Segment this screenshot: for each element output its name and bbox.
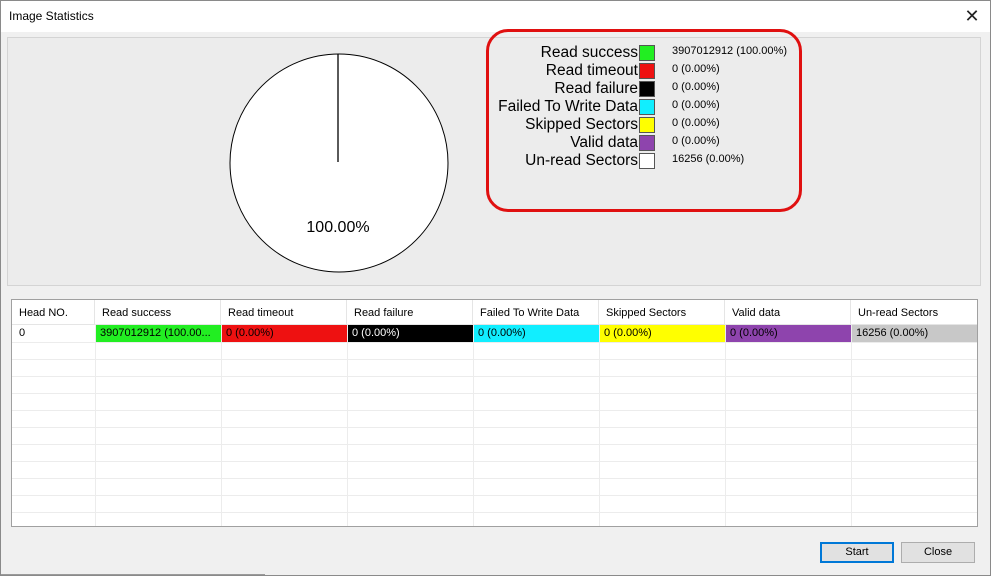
- grid-divider: [725, 324, 726, 526]
- legend-swatch: [639, 81, 655, 97]
- column-header-read-success[interactable]: Read success: [95, 300, 221, 324]
- grid-divider: [12, 393, 977, 394]
- grid-divider: [599, 324, 600, 526]
- column-header-read-timeout[interactable]: Read timeout: [221, 300, 347, 324]
- table-cell: 3907012912 (100.00...: [96, 325, 221, 342]
- table-row[interactable]: 0 3907012912 (100.00... 0 (0.00%) 0 (0.0…: [12, 325, 977, 342]
- legend-value: 0 (0.00%): [672, 63, 720, 75]
- column-header-read-failure[interactable]: Read failure: [347, 300, 473, 324]
- grid-divider: [12, 376, 977, 377]
- window-title: Image Statistics: [9, 9, 94, 23]
- grid-divider: [12, 495, 977, 496]
- legend-label: Valid data: [570, 134, 638, 151]
- grid-divider: [12, 410, 977, 411]
- legend-swatch: [639, 99, 655, 115]
- legend-value: 0 (0.00%): [672, 99, 720, 111]
- legend-swatch: [639, 117, 655, 133]
- pie-percent-label: 100.00%: [306, 219, 370, 236]
- grid-divider: [12, 444, 977, 445]
- legend-value: 0 (0.00%): [672, 81, 720, 93]
- table-cell: 0 (0.00%): [474, 325, 599, 342]
- table-cell: 0 (0.00%): [348, 325, 473, 342]
- column-header-head-no[interactable]: Head NO.: [12, 300, 95, 324]
- grid-divider: [12, 342, 977, 343]
- table-cell: 0: [12, 325, 95, 342]
- grid-divider: [221, 324, 222, 526]
- legend-item: Valid data 0 (0.00%): [489, 134, 799, 152]
- legend-label: Un-read Sectors: [525, 152, 638, 169]
- legend-item: Failed To Write Data 0 (0.00%): [489, 98, 799, 116]
- column-header-failed-to-write[interactable]: Failed To Write Data: [473, 300, 599, 324]
- start-button[interactable]: Start: [820, 542, 894, 563]
- grid-divider: [12, 461, 977, 462]
- legend-item: Read failure 0 (0.00%): [489, 80, 799, 98]
- table-cell: 16256 (0.00%): [852, 325, 977, 342]
- close-button[interactable]: Close: [901, 542, 975, 563]
- pie-slice-read-success: [229, 53, 449, 273]
- grid-divider: [12, 359, 977, 360]
- legend-swatch: [639, 153, 655, 169]
- grid-divider: [851, 324, 852, 526]
- title-bar: Image Statistics ✕: [0, 0, 991, 32]
- close-icon[interactable]: ✕: [959, 4, 985, 28]
- column-header-skipped-sectors[interactable]: Skipped Sectors: [599, 300, 725, 324]
- legend-label: Read failure: [554, 80, 638, 97]
- legend-label: Read success: [540, 44, 638, 61]
- legend-label: Failed To Write Data: [498, 98, 638, 115]
- table-header: Head NO. Read success Read timeout Read …: [12, 300, 977, 325]
- legend-value: 0 (0.00%): [672, 135, 720, 147]
- legend-swatch: [639, 63, 655, 79]
- table-cell: 0 (0.00%): [600, 325, 725, 342]
- legend-swatch: [639, 135, 655, 151]
- table-cell: 0 (0.00%): [222, 325, 347, 342]
- legend-swatch: [639, 45, 655, 61]
- legend-item: Read timeout 0 (0.00%): [489, 62, 799, 80]
- legend-value: 0 (0.00%): [672, 117, 720, 129]
- grid-divider: [473, 324, 474, 526]
- grid-divider: [12, 427, 977, 428]
- legend-label: Skipped Sectors: [525, 116, 638, 133]
- legend-value: 16256 (0.00%): [672, 153, 745, 165]
- grid-divider: [12, 478, 977, 479]
- pie-chart: [229, 53, 449, 273]
- column-header-valid-data[interactable]: Valid data: [725, 300, 851, 324]
- column-header-unread-sectors[interactable]: Un-read Sectors: [851, 300, 977, 324]
- grid-divider: [347, 324, 348, 526]
- legend-item: Un-read Sectors 16256 (0.00%): [489, 152, 799, 170]
- statistics-table[interactable]: Head NO. Read success Read timeout Read …: [11, 299, 978, 527]
- table-cell: 0 (0.00%): [726, 325, 851, 342]
- chart-panel: 100.00% Read success 3907012912 (100.00%…: [7, 29, 981, 286]
- legend-item: Skipped Sectors 0 (0.00%): [489, 116, 799, 134]
- grid-divider: [12, 512, 977, 513]
- legend-value: 3907012912 (100.00%): [672, 45, 787, 57]
- legend-item: Read success 3907012912 (100.00%): [489, 44, 799, 62]
- grid-divider: [95, 324, 96, 526]
- legend-label: Read timeout: [545, 62, 638, 79]
- legend: Read success 3907012912 (100.00%) Read t…: [486, 29, 802, 212]
